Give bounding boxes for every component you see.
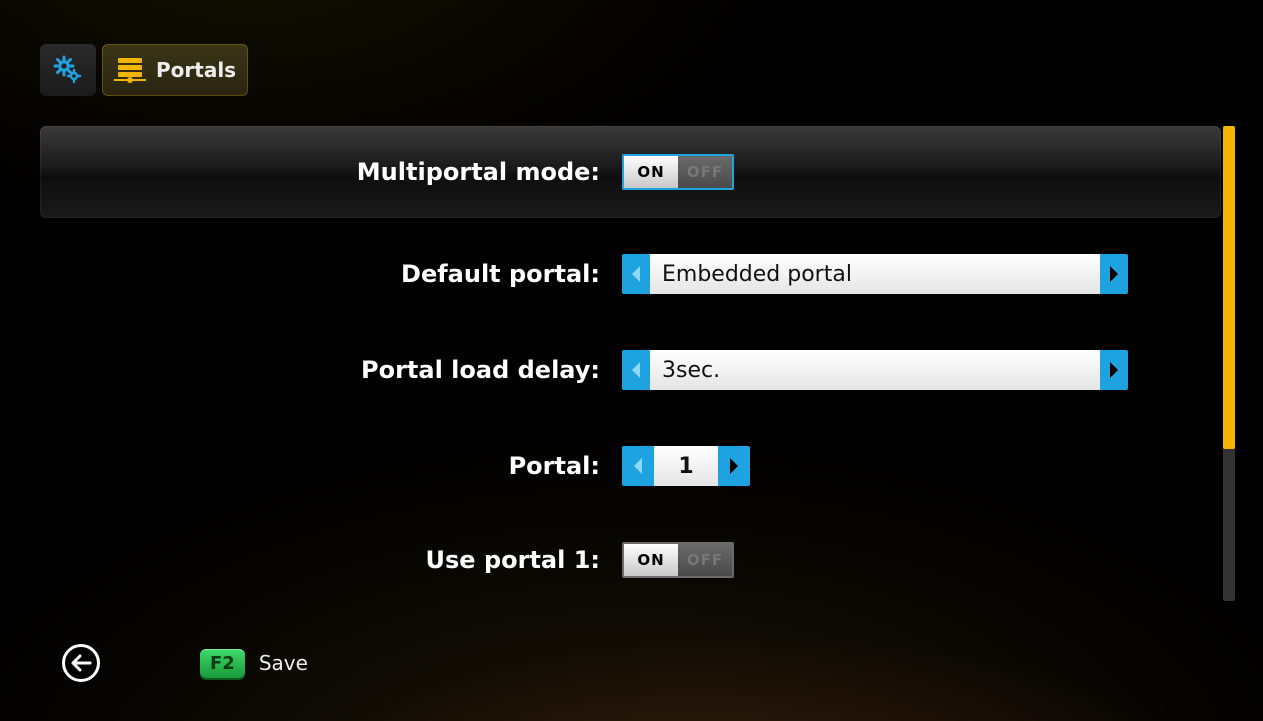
breadcrumb-tabs: Portals — [40, 44, 248, 96]
server-icon — [114, 55, 146, 85]
row-load-delay: Portal load delay: 3sec. — [40, 350, 1221, 390]
toggle-off: OFF — [678, 544, 732, 576]
default-portal-selector[interactable]: Embedded portal — [622, 254, 1128, 294]
chevron-left-icon — [630, 265, 642, 283]
default-portal-value: Embedded portal — [650, 254, 1100, 294]
row-default-portal: Default portal: Embedded portal — [40, 254, 1221, 294]
settings-panel: Multiportal mode: ON OFF Default portal:… — [40, 126, 1221, 601]
tab-settings[interactable] — [40, 44, 96, 96]
save-action[interactable]: F2 Save — [200, 649, 308, 678]
multiportal-toggle[interactable]: ON OFF — [622, 154, 734, 190]
chevron-right-icon — [1108, 361, 1120, 379]
portal-label: Portal: — [40, 452, 622, 480]
footer-bar: F2 Save — [0, 605, 1263, 721]
toggle-on: ON — [624, 544, 678, 576]
chevron-left-icon — [632, 457, 644, 475]
default-portal-label: Default portal: — [40, 260, 622, 288]
default-portal-next[interactable] — [1100, 254, 1128, 294]
tab-portals[interactable]: Portals — [102, 44, 248, 96]
save-label: Save — [259, 651, 308, 675]
portal-stepper[interactable]: 1 — [622, 446, 750, 486]
portal-value: 1 — [654, 446, 718, 486]
gear-icon — [53, 55, 83, 85]
load-delay-selector[interactable]: 3sec. — [622, 350, 1128, 390]
multiportal-label: Multiportal mode: — [40, 158, 622, 186]
toggle-on: ON — [624, 156, 678, 188]
row-portal: Portal: 1 — [40, 446, 1221, 486]
load-delay-prev[interactable] — [622, 350, 650, 390]
use-portal1-label: Use portal 1: — [40, 546, 622, 574]
scrollbar[interactable] — [1223, 126, 1235, 601]
tab-portals-label: Portals — [156, 58, 236, 82]
back-button[interactable] — [62, 644, 100, 682]
portal-prev[interactable] — [622, 446, 654, 486]
portal-next[interactable] — [718, 446, 750, 486]
load-delay-value: 3sec. — [650, 350, 1100, 390]
row-multiportal: Multiportal mode: ON OFF — [40, 126, 1221, 218]
load-delay-label: Portal load delay: — [40, 356, 622, 384]
arrow-left-icon — [70, 654, 92, 672]
load-delay-next[interactable] — [1100, 350, 1128, 390]
fkey-badge: F2 — [200, 649, 245, 678]
toggle-off: OFF — [678, 156, 732, 188]
chevron-right-icon — [1108, 265, 1120, 283]
chevron-left-icon — [630, 361, 642, 379]
scrollbar-thumb[interactable] — [1223, 126, 1235, 449]
row-use-portal1: Use portal 1: ON OFF — [40, 542, 1221, 578]
chevron-right-icon — [728, 457, 740, 475]
default-portal-prev[interactable] — [622, 254, 650, 294]
use-portal1-toggle[interactable]: ON OFF — [622, 542, 734, 578]
